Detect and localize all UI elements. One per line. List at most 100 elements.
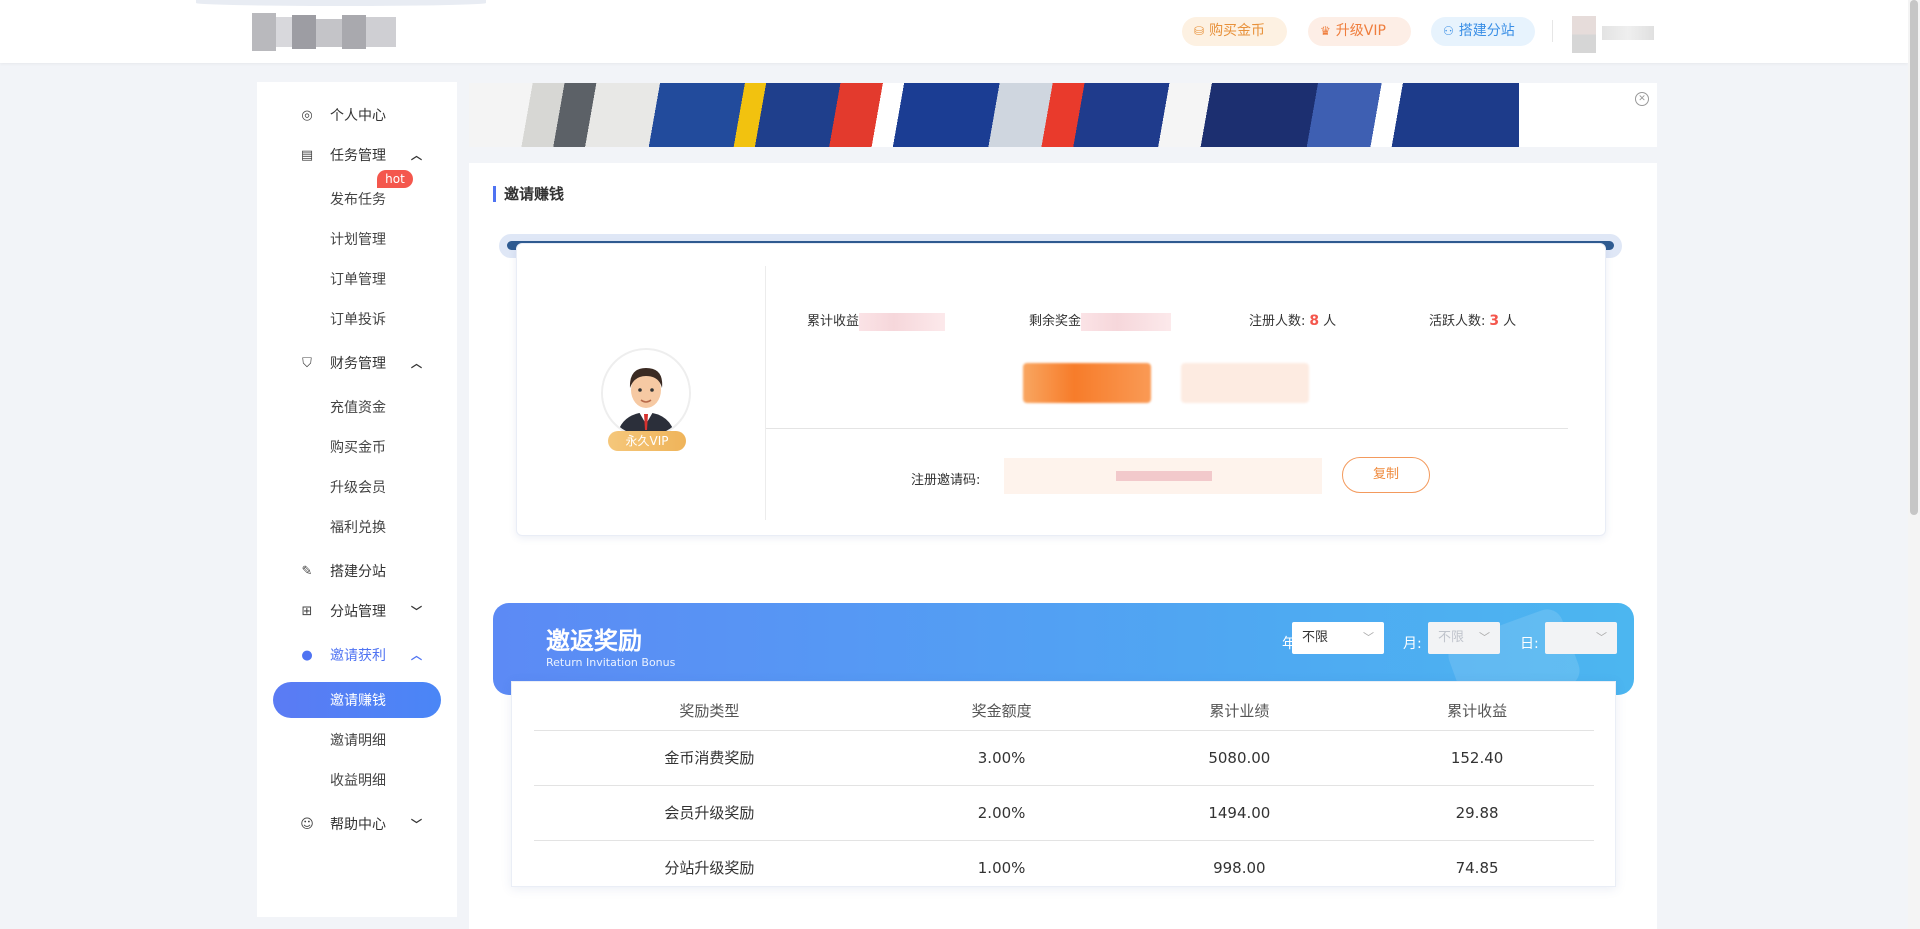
sidebar-item-label: 购买金币 [330,440,386,456]
month-select[interactable]: 不限 ﹀ [1428,622,1500,654]
help-icon: ☺ [300,816,314,832]
registered-count: 8 [1309,313,1320,329]
vip-badge: 永久VIP [608,431,686,451]
table-cell: 998.00 [1213,858,1266,877]
table-cell: 29.88 [1360,785,1594,841]
remaining-bonus-stat: 剩余奖金 [1029,310,1172,331]
sidebar-item-label: 帮助中心 [330,817,386,833]
sidebar-item-buy-gold[interactable]: 购买金币 [257,427,457,467]
invite-code-field[interactable] [1004,458,1322,494]
sidebar-item-order-complaint[interactable]: 订单投诉 [257,299,457,339]
person-icon: ● [301,647,313,663]
build-branch-label: 搭建分站 [1458,23,1515,39]
sidebar-item-recharge[interactable]: 充值资金 [257,387,457,427]
table-cell: 3.00% [884,730,1119,786]
sidebar-item-income-detail[interactable]: 收益明细 [257,760,457,800]
network-icon: ⚇ [1443,24,1454,38]
build-branch-button[interactable]: ⚇ 搭建分站 [1431,17,1535,46]
page-scrollbar[interactable] [1908,0,1920,929]
sidebar-item-publish-task[interactable]: 发布任务 [257,179,457,219]
table-cell: 分站升级奖励 [664,859,755,878]
column-header: 累计收益 [1360,682,1594,731]
sidebar-item-welfare-exchange[interactable]: 福利兑换 [257,507,457,547]
registered-label: 注册人数: [1249,314,1306,329]
avatar [601,348,691,438]
banner-image [469,83,1519,147]
shield-icon: ⛉ [302,355,312,371]
table-row: 会员升级奖励 2.00% 1494.00 29.88 [534,785,1594,841]
column-header: 累计业绩 [1118,682,1361,731]
sidebar-item-order-management[interactable]: 订单管理 [257,259,457,299]
chevron-down-icon: ﹀ [411,818,422,831]
sidebar-item-invite-profit[interactable]: ● 邀请获利 ︿ [257,635,457,675]
table-cell: 152.40 [1360,730,1594,786]
chevron-down-icon: ﹀ [1363,631,1374,644]
crown-icon: ♛ [1320,24,1331,38]
sitemap-icon: ⊞ [301,603,313,619]
sidebar-item-label: 发布任务 [330,192,386,208]
table-cell: 2.00% [884,785,1119,841]
sidebar-item-task-management[interactable]: ▤ 任务管理 ︿ [257,135,457,175]
sidebar-item-label: 任务管理 [330,148,386,164]
invite-card: 永久VIP 累计收益 剩余奖金 注册人数: 8 人 活跃人数: 3 人 注册邀请码: 复… [516,243,1606,536]
bonus-table-card: 奖励类型 奖金额度 累计业绩 累计收益 金币消费奖励 3.00% 5080.00… [511,681,1616,887]
secondary-button-blurred[interactable] [1181,363,1309,403]
active-count-stat: 活跃人数: 3 人 [1429,310,1516,329]
table-cell: 会员升级奖励 [534,785,885,841]
page-title: 邀请赚钱 [493,186,564,202]
sidebar-item-build-branch[interactable]: ✎ 搭建分站 [257,551,457,591]
day-select[interactable]: ﹀ [1545,622,1617,654]
total-income-label: 累计收益 [807,314,860,329]
bonus-table: 奖励类型 奖金额度 累计业绩 累计收益 金币消费奖励 3.00% 5080.00… [534,682,1594,895]
sidebar-item-branch-management[interactable]: ⊞ 分站管理 ﹀ [257,591,457,631]
sidebar: ◎ 个人中心 ▤ 任务管理 ︿ hot 发布任务 计划管理 订单管理 订单投诉 … [257,82,457,917]
bonus-subtitle: Return Invitation Bonus [546,656,676,669]
buy-gold-button[interactable]: ⛁ 购买金币 [1182,17,1287,46]
upgrade-vip-button[interactable]: ♛ 升级VIP [1308,17,1411,46]
year-select[interactable]: 不限 ﹀ [1292,622,1384,654]
withdraw-button-blurred[interactable] [1023,363,1151,403]
day-filter-label: 日: [1520,636,1539,652]
copy-button[interactable]: 复制 [1342,457,1430,493]
user-name-blurred[interactable] [1602,26,1654,40]
user-avatar-small[interactable] [1572,16,1596,53]
sidebar-item-help-center[interactable]: ☺ 帮助中心 ﹀ [257,804,457,844]
active-count: 3 [1489,313,1500,329]
scrollbar-thumb[interactable] [1910,0,1918,515]
registered-count-stat: 注册人数: 8 人 [1249,310,1336,329]
sidebar-item-label: 计划管理 [330,232,386,248]
upgrade-vip-label: 升级VIP [1335,23,1386,39]
table-row: 分站升级奖励 1.00% 998.00 74.85 [534,840,1594,895]
sidebar-item-plan-management[interactable]: 计划管理 [257,219,457,259]
month-select-value: 不限 [1438,630,1465,645]
bonus-title: 邀返奖励 [546,627,642,655]
promo-banner[interactable]: ✕ [469,83,1657,147]
site-logo[interactable] [252,5,396,53]
remaining-bonus-value-blurred [1081,312,1172,331]
user-circle-icon: ◎ [301,107,313,123]
top-header: ⛁ 购买金币 ♛ 升级VIP ⚇ 搭建分站 [0,0,1908,63]
chevron-up-icon: ︿ [411,357,422,370]
close-icon[interactable]: ✕ [1635,92,1649,106]
chevron-down-icon: ﹀ [1479,631,1490,644]
sidebar-item-upgrade-member[interactable]: 升级会员 [257,467,457,507]
sidebar-item-finance-management[interactable]: ⛉ 财务管理 ︿ [257,343,457,383]
sidebar-item-label: 分站管理 [330,604,386,620]
sidebar-item-label: 订单投诉 [330,312,386,328]
sidebar-item-invite-detail[interactable]: 邀请明细 [257,720,457,760]
table-cell: 1494.00 [1118,785,1361,841]
sidebar-item-label: 邀请明细 [330,733,386,749]
invite-code-label: 注册邀请码: [911,473,981,488]
buy-gold-label: 购买金币 [1209,23,1266,39]
table-cell: 5080.00 [1118,730,1361,786]
sidebar-item-personal-center[interactable]: ◎ 个人中心 [257,95,457,135]
total-income-stat: 累计收益 [807,310,946,331]
total-income-value-blurred [859,312,946,331]
table-cell: 1.00% [977,858,1026,877]
active-label: 活跃人数: [1429,314,1486,329]
active-unit: 人 [1503,314,1517,329]
sidebar-item-invite-earn[interactable]: 邀请赚钱 [273,682,441,718]
sidebar-item-label: 财务管理 [330,356,386,372]
chevron-up-icon: ︿ [411,649,422,662]
sidebar-item-label: 收益明细 [330,773,386,789]
